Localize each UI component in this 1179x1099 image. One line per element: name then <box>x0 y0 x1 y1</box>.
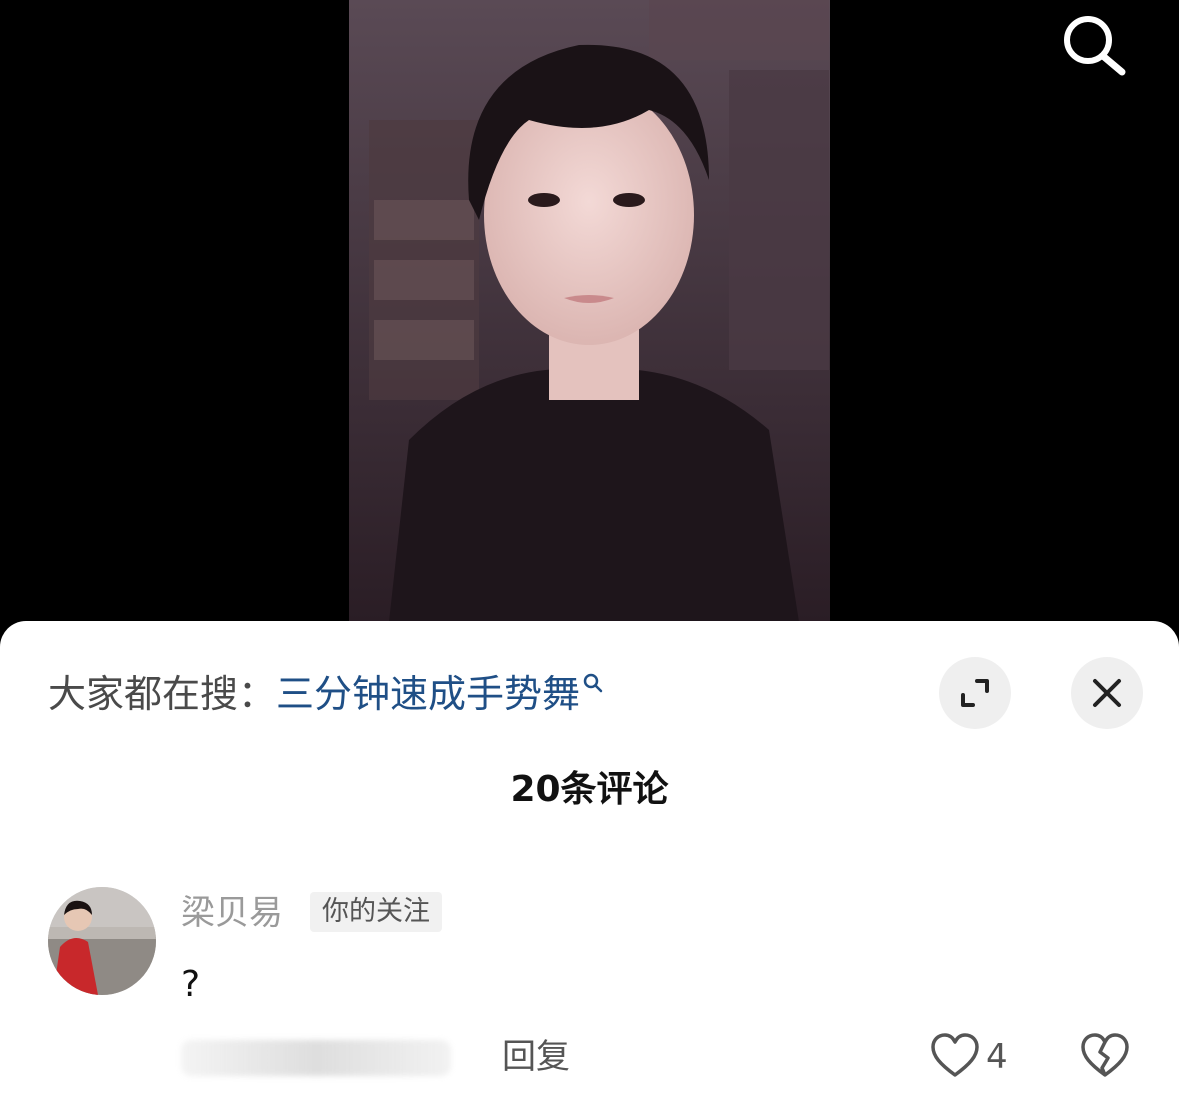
expand-button[interactable] <box>939 657 1011 729</box>
trending-search-bar: 大家都在搜：三分钟速成手势舞 <box>48 668 604 720</box>
comment-meta-blurred <box>181 1040 451 1076</box>
comment-username[interactable]: 梁贝易 <box>181 890 283 936</box>
video-player[interactable] <box>0 0 1179 640</box>
search-button[interactable] <box>1058 12 1130 78</box>
avatar-image <box>48 887 156 995</box>
close-icon <box>1093 679 1121 707</box>
heart-icon <box>931 1033 979 1077</box>
like-count: 4 <box>986 1037 1008 1077</box>
trending-prefix: 大家都在搜： <box>48 672 277 716</box>
search-icon <box>583 673 603 693</box>
dislike-button[interactable] <box>1080 1032 1130 1080</box>
comment-text: ? <box>181 964 201 1005</box>
comment-count-title: 20条评论 <box>510 769 669 810</box>
search-icon <box>1064 16 1126 76</box>
broken-heart-icon <box>1081 1033 1129 1077</box>
following-badge: 你的关注 <box>310 892 442 932</box>
like-button[interactable] <box>930 1032 980 1080</box>
video-thumbnail-illustration <box>349 0 830 622</box>
close-button[interactable] <box>1071 657 1143 729</box>
trending-query-link[interactable]: 三分钟速成手势舞 <box>276 672 580 716</box>
avatar[interactable] <box>48 887 156 995</box>
video-frame[interactable] <box>349 0 830 622</box>
expand-icon <box>961 679 989 707</box>
reply-button[interactable]: 回复 <box>502 1034 570 1080</box>
